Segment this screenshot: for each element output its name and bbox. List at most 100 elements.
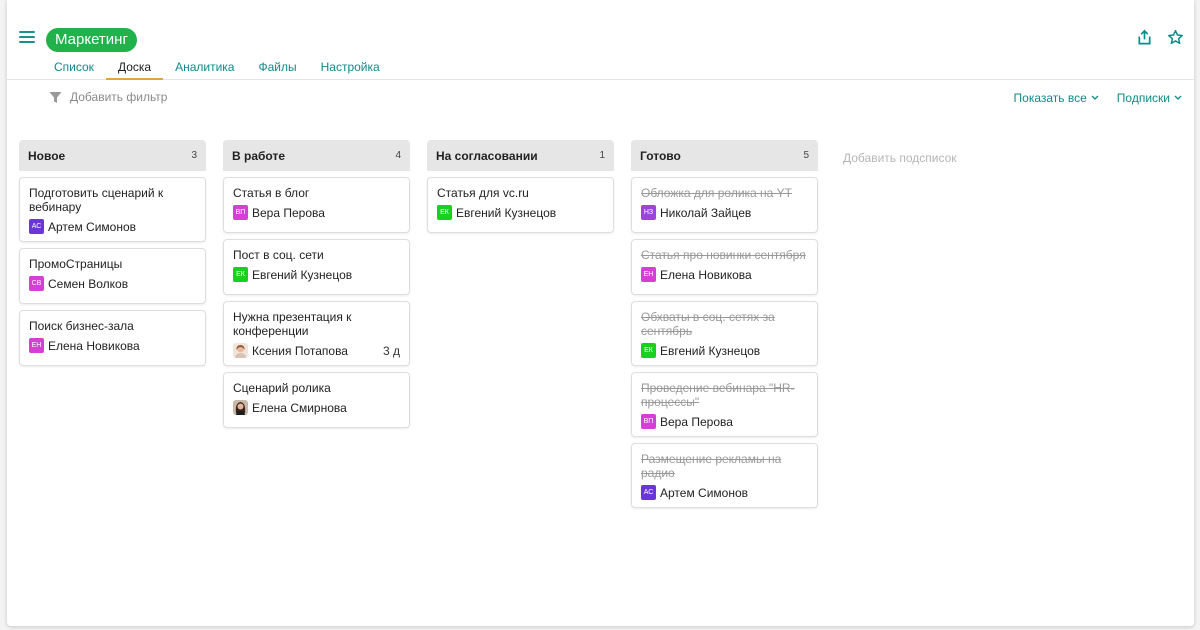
avatar [233, 343, 248, 358]
add-filter-button[interactable]: Добавить фильтр [49, 90, 167, 104]
assignee-name: Николай Зайцев [660, 205, 752, 220]
task-title: Статья в блог [233, 186, 310, 200]
tab-settings[interactable]: Настройка [309, 54, 392, 80]
app-window: Маркетинг Список Доска Аналитика Файлы Н… [7, 0, 1194, 626]
assignee: ЕН Елена Новикова [641, 267, 752, 282]
assignee-name: Евгений Кузнецов [660, 343, 761, 358]
avatar: ЕН [641, 267, 656, 282]
avatar: ЕН [29, 338, 44, 353]
star-icon[interactable] [1167, 29, 1184, 46]
show-all-dropdown[interactable]: Показать все [1014, 91, 1099, 105]
due-badge: 3 д [382, 343, 400, 358]
column-header[interactable]: Готово 5 [631, 140, 818, 171]
chevron-down-icon [1091, 95, 1099, 100]
assignee-name: Елена Новикова [48, 338, 140, 353]
filter-bar: Добавить фильтр Показать все Подписки [7, 81, 1194, 117]
column-title: В работе [232, 148, 285, 163]
avatar [233, 400, 248, 415]
chevron-down-icon [1174, 95, 1182, 100]
column-title: Готово [640, 148, 681, 163]
project-title[interactable]: Маркетинг [46, 28, 137, 52]
header-actions [1136, 29, 1184, 46]
task-card[interactable]: Обхваты в соц. сетях за сентябрь ЕК Евгени… [631, 301, 818, 366]
task-title: Статья про новинки сентября [641, 248, 806, 262]
avatar: ЕК [233, 267, 248, 282]
task-title: Статья для vc.ru [437, 186, 529, 200]
sublists-label: Подписки [1116, 91, 1170, 105]
add-filter-label: Добавить фильтр [70, 90, 168, 104]
task-card[interactable]: Статья про новинки сентября ЕН Елена Новик… [631, 239, 818, 295]
tab-list[interactable]: Список [42, 54, 106, 80]
assignee: ЕК Евгений Кузнецов [437, 205, 556, 220]
sublists-dropdown[interactable]: Подписки [1117, 91, 1182, 105]
board-column: На согласовании 1 Статья для vc.ru ЕК Евгени… [427, 140, 614, 514]
task-card[interactable]: Проведение вебинара "HR-процессы" ВП Вера … [631, 372, 818, 437]
task-title: Поиск бизнес-зала [29, 319, 134, 333]
task-card[interactable]: Сценарий ролика Елена Смирнова [223, 372, 410, 428]
avatar: ВП [233, 205, 248, 220]
task-card[interactable]: Размещение рекламы на радио АС Артем Симон… [631, 443, 818, 508]
column-title: Новое [28, 148, 66, 163]
assignee-name: Елена Смирнова [252, 400, 347, 415]
column-count: 5 [803, 150, 809, 161]
task-title: Размещение рекламы на радио [641, 452, 782, 480]
task-card[interactable]: Статья в блог ВП Вера Перова [223, 177, 410, 233]
assignee-name: Елена Новикова [660, 267, 752, 282]
assignee: СВ Семен Волков [29, 276, 128, 291]
assignee-name: Артем Симонов [48, 219, 137, 234]
task-card[interactable]: Поиск бизнес-зала ЕН Елена Новикова [19, 310, 206, 366]
task-card[interactable]: Пост в соц. сети ЕК Евгений Кузнецов [223, 239, 410, 295]
assignee: Елена Смирнова [233, 400, 347, 415]
hamburger-menu-icon[interactable] [19, 31, 35, 45]
avatar: ВП [641, 414, 656, 429]
assignee-name: Артем Симонов [660, 485, 749, 500]
task-title: Сценарий ролика [233, 381, 331, 395]
task-card[interactable]: Обложка для ролика на YT НЗ Николай Зайцев [631, 177, 818, 233]
task-title: Нужна презентация к конференции [233, 310, 352, 338]
column-header[interactable]: Новое 3 [19, 140, 206, 171]
column-header[interactable]: В работе 4 [223, 140, 410, 171]
assignee: НЗ Николай Зайцев [641, 205, 751, 220]
task-title: Обложка для ролика на YT [641, 186, 793, 200]
task-title: Обхваты в соц. сетях за сентябрь [641, 310, 775, 338]
column-count: 4 [395, 150, 401, 161]
tab-files[interactable]: Файлы [246, 54, 308, 80]
column-count: 1 [599, 150, 605, 161]
task-title: Подготовить сценарий к вебинару [29, 186, 164, 214]
assignee-name: Вера Перова [660, 414, 733, 429]
assignee-name: Евгений Кузнецов [252, 267, 353, 282]
assignee: ВП Вера Перова [641, 414, 733, 429]
assignee: АС Артем Симонов [641, 485, 748, 500]
assignee: АС Артем Симонов [29, 219, 136, 234]
assignee-name: Ксения Потапова [252, 343, 348, 358]
assignee: ВП Вера Перова [233, 205, 325, 220]
assignee: ЕН Елена Новикова [29, 338, 140, 353]
assignee-name: Вера Перова [252, 205, 325, 220]
assignee: Ксения Потапова [233, 343, 348, 358]
task-card[interactable]: Нужна презентация к конференции Ксения По… [223, 301, 410, 366]
filter-icon [49, 91, 62, 103]
avatar: ЕК [641, 343, 656, 358]
avatar: АС [29, 219, 44, 234]
header: Маркетинг Список Доска Аналитика Файлы Н… [7, 0, 1194, 80]
add-sublist-button[interactable]: Добавить подсписок [843, 151, 957, 514]
assignee: ЕК Евгений Кузнецов [233, 267, 352, 282]
tab-board[interactable]: Доска [105, 54, 164, 80]
assignee: ЕК Евгений Кузнецов [641, 343, 760, 358]
avatar: НЗ [641, 205, 656, 220]
task-card[interactable]: Статья для vc.ru ЕК Евгений Кузнецов [427, 177, 614, 233]
assignee-name: Семен Волков [48, 276, 129, 291]
column-header[interactable]: На согласовании 1 [427, 140, 614, 171]
board-column: Готово 5 Обложка для ролика на YT НЗ Николай… [631, 140, 818, 514]
task-title: Пост в соц. сети [233, 248, 324, 262]
tab-analytics[interactable]: Аналитика [163, 54, 246, 80]
board-column: В работе 4 Статья в блог ВП Вера Перова Пост … [223, 140, 410, 514]
avatar: АС [641, 485, 656, 500]
task-title: ПромоСтраницы [29, 257, 123, 271]
assignee-name: Евгений Кузнецов [456, 205, 557, 220]
task-card[interactable]: Подготовить сценарий к вебинару АС Артем С… [19, 177, 206, 242]
share-icon[interactable] [1136, 29, 1153, 46]
board-column: Новое 3 Подготовить сценарий к вебинару АС А… [19, 140, 206, 514]
task-card[interactable]: ПромоСтраницы СВ Семен Волков [19, 248, 206, 304]
avatar: СВ [29, 276, 44, 291]
